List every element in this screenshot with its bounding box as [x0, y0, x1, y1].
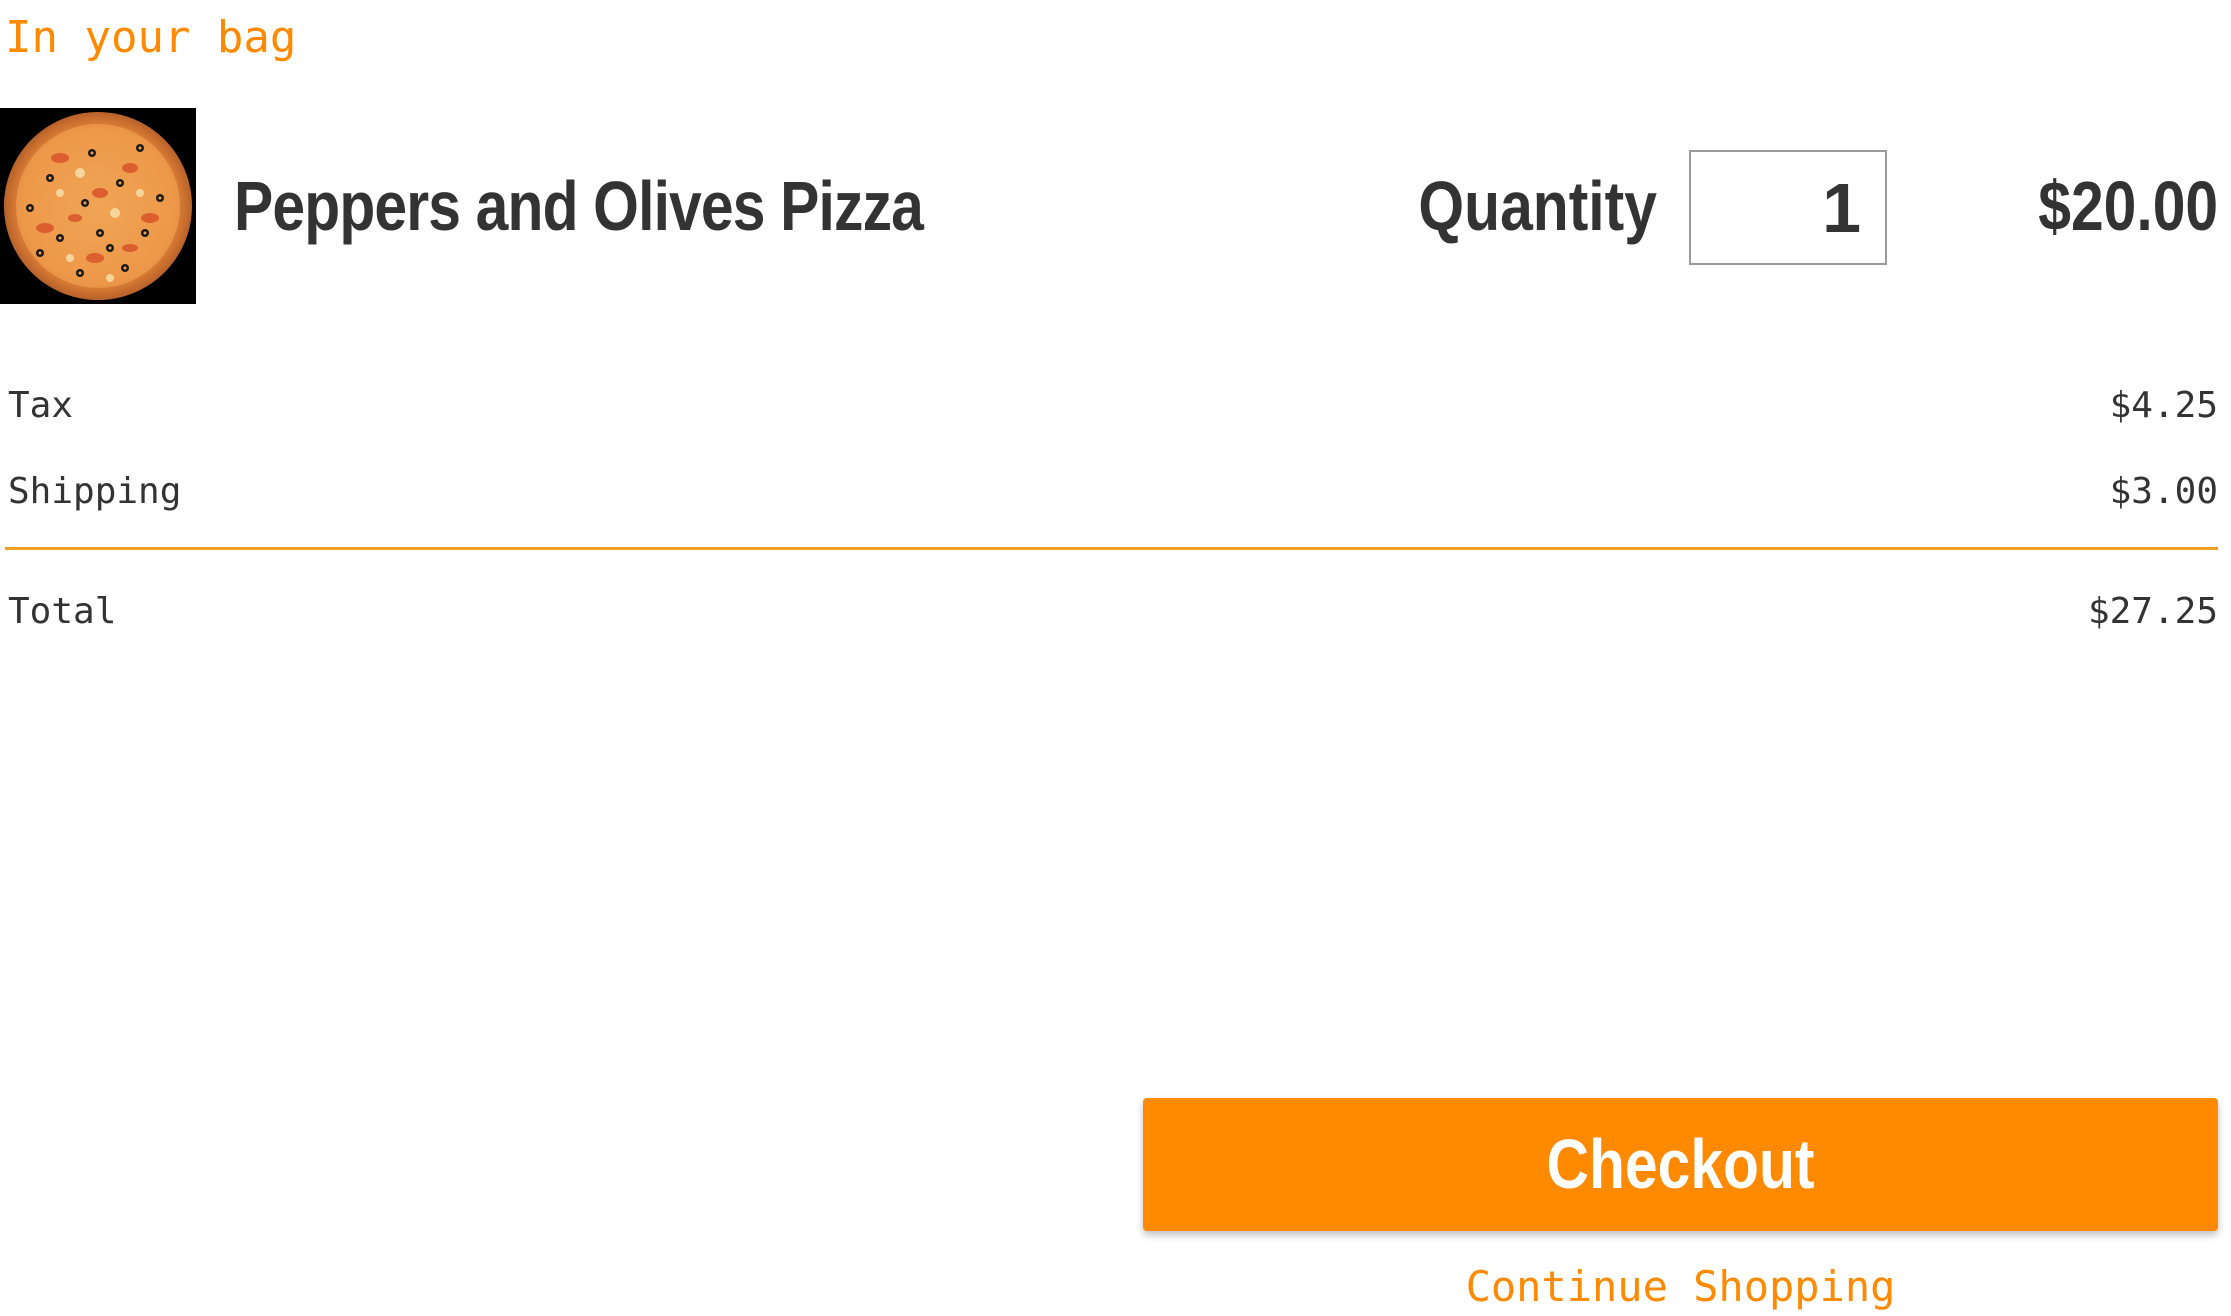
- summary-divider: [5, 547, 2218, 550]
- shipping-value: $3.00: [2109, 471, 2218, 512]
- quantity-input[interactable]: [1689, 150, 1887, 265]
- continue-shopping-link[interactable]: Continue Shopping: [1143, 1259, 2218, 1315]
- item-name: Peppers and Olives Pizza: [234, 167, 924, 245]
- tax-value: $4.25: [2109, 385, 2218, 426]
- cart-page: In your bag Peppers and Olives Pizza Qua…: [0, 0, 2231, 1316]
- pizza-icon: [4, 112, 192, 300]
- shipping-label: Shipping: [8, 471, 182, 512]
- tax-label: Tax: [8, 385, 74, 426]
- total-row: Total $27.25: [8, 584, 2218, 640]
- item-price: $20.00: [2038, 167, 2218, 245]
- checkout-button[interactable]: Checkout: [1143, 1098, 2218, 1231]
- tax-row: Tax $4.25: [8, 378, 2218, 434]
- quantity-label: Quantity: [1418, 167, 1657, 245]
- shipping-row: Shipping $3.00: [8, 464, 2218, 520]
- pizza-image: [0, 108, 196, 304]
- page-title: In your bag: [5, 12, 297, 63]
- checkout-button-label: Checkout: [1546, 1125, 1815, 1203]
- cart-item-row: Peppers and Olives Pizza Quantity $20.00: [0, 108, 2222, 304]
- total-label: Total: [8, 591, 117, 632]
- total-value: $27.25: [2087, 591, 2218, 632]
